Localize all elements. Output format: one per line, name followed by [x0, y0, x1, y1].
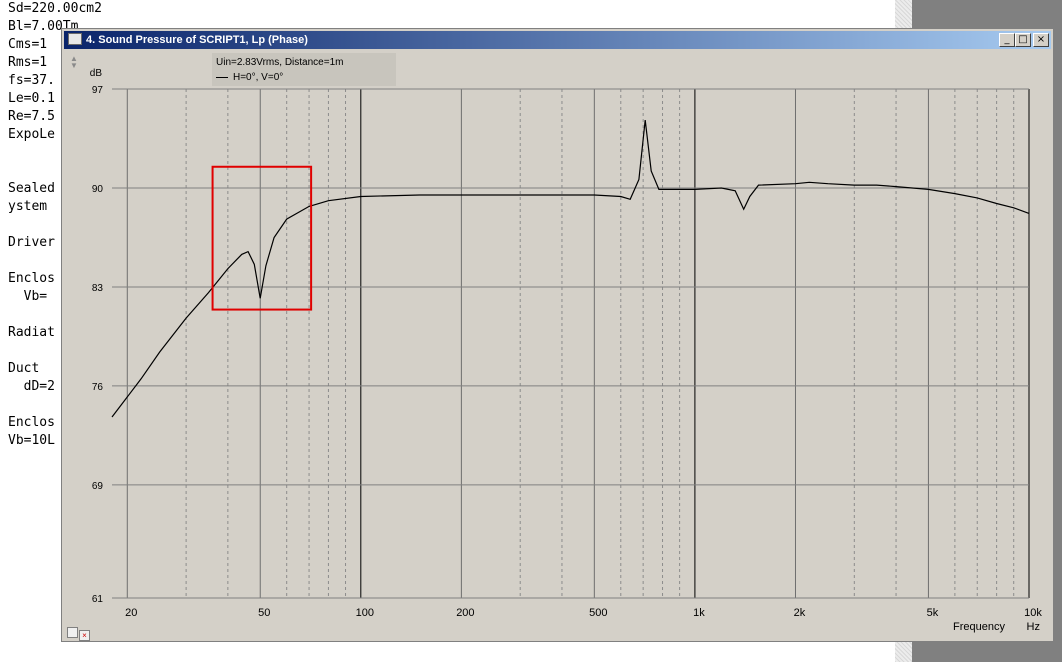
- y-tick-label: 69: [92, 481, 104, 492]
- script-line: Sd=220.00cm2: [8, 1, 102, 16]
- x-tick-label: 200: [456, 607, 474, 619]
- x-tick-label: 2k: [794, 607, 806, 619]
- x-tick-label: 500: [589, 607, 607, 619]
- legend-conditions: Uin=2.83Vrms, Distance=1m: [216, 57, 344, 68]
- y-tick-label: 61: [92, 594, 104, 605]
- legend-series: H=0°, V=0°: [216, 72, 283, 83]
- legend-line-swatch: [216, 76, 228, 78]
- chart-legend: Uin=2.83Vrms, Distance=1m H=0°, V=0°: [212, 53, 396, 86]
- sound-pressure-window[interactable]: 4. Sound Pressure of SCRIPT1, Lp (Phase)…: [61, 28, 1054, 642]
- x-tick-label: 100: [356, 607, 374, 619]
- x-tick-label: 1k: [693, 607, 705, 619]
- x-tick-label: 50: [258, 607, 270, 619]
- x-axis-title: Frequency: [953, 621, 1005, 633]
- bottom-icons: ×: [67, 625, 91, 643]
- plot-area: [112, 89, 1029, 598]
- x-tick-label: 10k: [1024, 607, 1042, 619]
- y-tick-label: 83: [92, 283, 104, 294]
- x-tick-label: 5k: [927, 607, 939, 619]
- y-tick-label: 76: [92, 382, 104, 393]
- y-tick-label: 97: [92, 85, 104, 96]
- info-icon[interactable]: [67, 627, 78, 638]
- x-unit-label: Hz: [1027, 621, 1040, 633]
- scroll-arrows-icon[interactable]: ▲ ▼: [68, 55, 80, 71]
- close-mark-icon[interactable]: ×: [79, 630, 90, 641]
- y-tick-label: 90: [92, 184, 104, 195]
- y-unit-label: dB: [90, 68, 103, 79]
- legend-series-label: H=0°, V=0°: [233, 72, 284, 83]
- sound-pressure-chart[interactable]: 97 90 83 76 69 61 dB 20 50 100 200 500 1k 2k 5k 10k Freq…: [62, 29, 1055, 643]
- x-tick-label: 20: [125, 607, 137, 619]
